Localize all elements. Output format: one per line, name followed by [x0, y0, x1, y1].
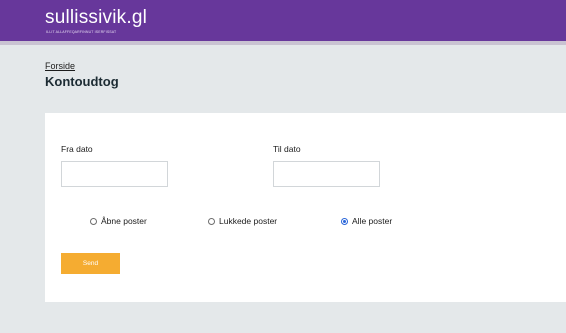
radio-label-closed-items: Lukkede poster [219, 216, 278, 226]
radio-label-open-items: Åbne poster [101, 216, 147, 226]
from-date-input[interactable] [61, 161, 168, 187]
radio-button-closed-items[interactable] [208, 217, 215, 225]
page: sullissivik.gl ILLIT ALLAFFEQARFINNUT IS… [0, 0, 566, 333]
radio-button-open-items[interactable] [90, 217, 97, 225]
site-header: sullissivik.gl ILLIT ALLAFFEQARFINNUT IS… [0, 0, 566, 41]
send-button[interactable]: Send [61, 253, 120, 274]
statement-form-card [45, 113, 566, 302]
site-logo-subtitle: ILLIT ALLAFFEQARFINNUT ISERFISSAT [46, 30, 117, 34]
page-title: Kontoudtog [45, 74, 119, 89]
breadcrumb-home-link[interactable]: Forside [45, 61, 75, 71]
radio-label-all-items: Alle poster [352, 216, 393, 226]
radio-button-all-items[interactable] [341, 217, 348, 225]
to-date-label: Til dato [273, 144, 301, 154]
radio-open-items[interactable]: Åbne poster [90, 216, 147, 226]
site-logo[interactable]: sullissivik.gl [45, 8, 147, 27]
radio-all-items[interactable]: Alle poster [341, 216, 392, 226]
from-date-label: Fra dato [61, 144, 93, 154]
radio-closed-items[interactable]: Lukkede poster [208, 216, 277, 226]
to-date-input[interactable] [273, 161, 380, 187]
header-divider [0, 41, 566, 45]
